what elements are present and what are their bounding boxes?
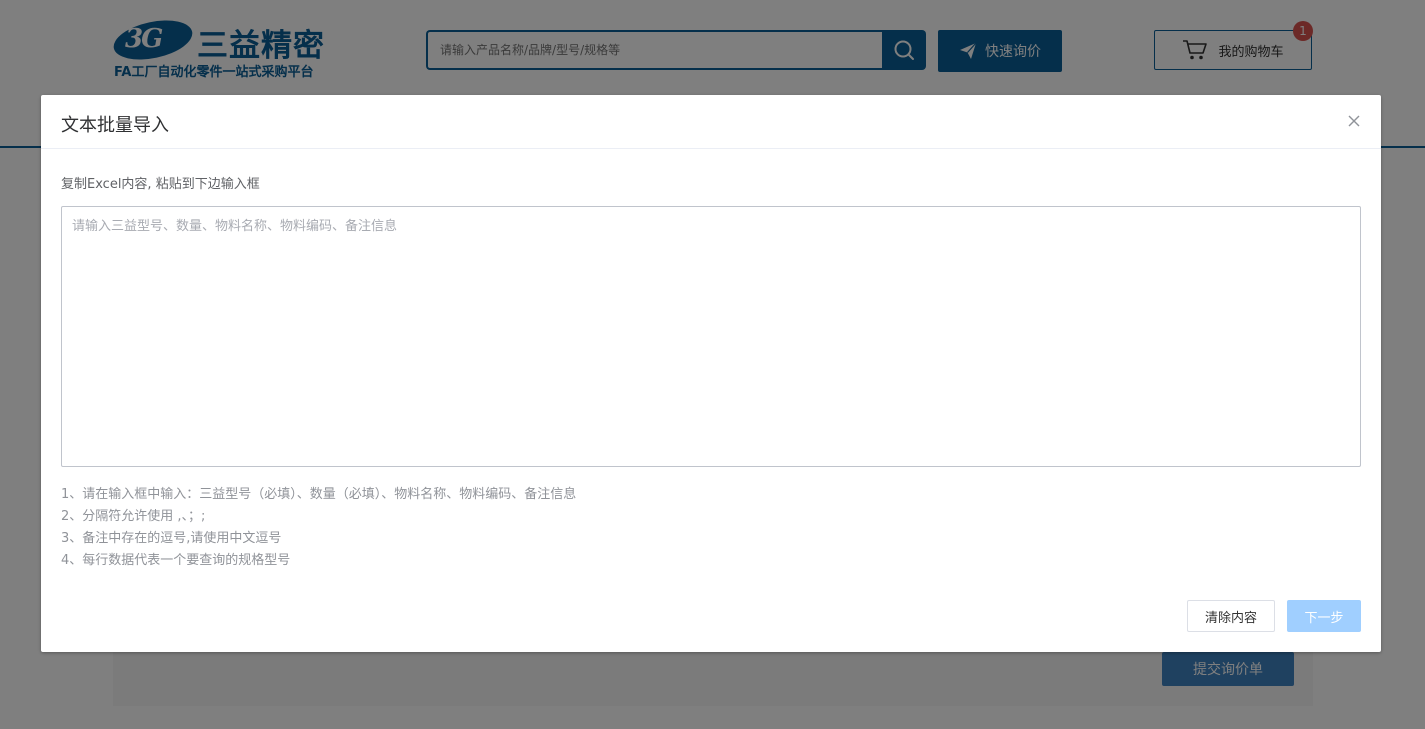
clear-content-label: 清除内容 — [1204, 610, 1257, 626]
close-button[interactable] — [1344, 111, 1364, 131]
batch-import-dialog: 文本批量导入 复制Excel内容, 粘贴到下边输入框 1、请在输入框中输入：三益… — [41, 95, 1381, 652]
tip-3: 3、备注中存在的逗号,请使用中文逗号 — [61, 531, 282, 546]
tip-2: 2、分隔符允许使用 ,、；; — [61, 509, 206, 524]
clear-content-button[interactable]: 清除内容 — [1187, 600, 1275, 632]
close-icon — [1348, 115, 1360, 127]
tip-1: 1、请在输入框中输入：三益型号（必填）、数量（必填）、物料名称、物料编码、备注信… — [61, 487, 577, 502]
next-step-button[interactable]: 下一步 — [1287, 600, 1361, 632]
dialog-title: 文本批量导入 — [61, 115, 169, 136]
input-tips: 1、请在输入框中输入：三益型号（必填）、数量（必填）、物料名称、物料编码、备注信… — [61, 484, 1061, 572]
next-step-label: 下一步 — [1304, 610, 1344, 626]
dialog-header: 文本批量导入 — [41, 95, 1381, 149]
tip-4: 4、每行数据代表一个要查询的规格型号 — [61, 553, 291, 568]
batch-input-textarea[interactable] — [61, 206, 1361, 467]
paste-instruction: 复制Excel内容, 粘贴到下边输入框 — [61, 177, 260, 192]
